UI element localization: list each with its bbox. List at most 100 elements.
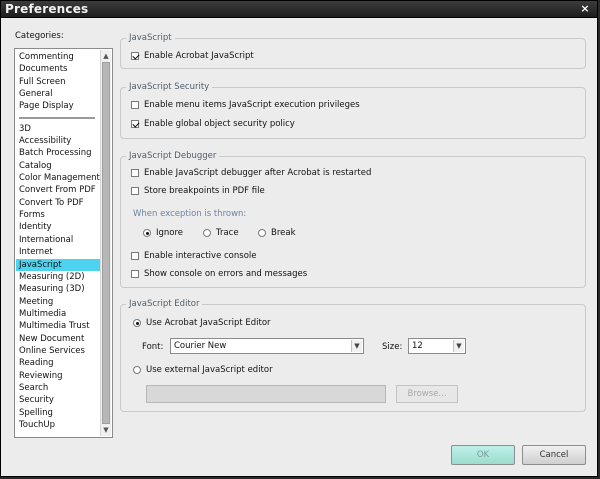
checkbox-unchecked-icon — [131, 169, 139, 177]
category-item[interactable]: Full Screen — [16, 76, 100, 88]
category-item[interactable]: Reading — [16, 357, 100, 369]
category-item[interactable]: Documents — [16, 63, 100, 75]
exception-label: When exception is thrown: — [133, 209, 247, 219]
close-button[interactable]: × — [577, 2, 593, 15]
category-item[interactable]: Multimedia — [16, 308, 100, 320]
categories-list[interactable]: Commenting Documents Full Screen General Pag… — [14, 48, 113, 438]
ignore-radio[interactable]: Ignore — [143, 228, 183, 238]
enable-debugger-label: Enable JavaScript debugger after Acrobat… — [144, 168, 372, 178]
size-value: 12 — [412, 341, 423, 351]
interactive-console-checkbox[interactable]: Enable interactive console — [131, 251, 256, 261]
category-item[interactable]: Accessibility — [16, 135, 100, 147]
top-category-group: Commenting Documents Full Screen General Pag… — [16, 51, 100, 113]
use-external-editor-radio[interactable]: Use external JavaScript editor — [133, 365, 273, 375]
window-title: Preferences — [5, 2, 89, 16]
font-label: Font: — [142, 342, 164, 352]
break-label: Break — [271, 228, 296, 238]
checkbox-unchecked-icon — [131, 187, 139, 195]
category-item[interactable]: Page Display — [16, 100, 100, 112]
checkbox-unchecked-icon — [131, 252, 139, 260]
font-value: Courier New — [174, 341, 227, 351]
radio-unselected-icon — [203, 229, 211, 237]
category-item[interactable]: Reviewing — [16, 370, 100, 382]
scroll-thumb[interactable] — [102, 62, 110, 424]
category-item[interactable]: Identity — [16, 221, 100, 233]
checkbox-checked-icon — [131, 120, 139, 128]
category-item[interactable]: New Document — [16, 333, 100, 345]
category-item[interactable]: Measuring (2D) — [16, 271, 100, 283]
chevron-down-icon: ▼ — [453, 340, 464, 352]
external-editor-path-field — [146, 385, 386, 403]
chevron-down-icon: ▼ — [351, 340, 362, 352]
javascript-editor-title: JavaScript Editor — [126, 299, 203, 309]
categories-label: Categories: — [15, 31, 64, 41]
category-item[interactable]: International — [16, 234, 100, 246]
category-item[interactable]: Batch Processing — [16, 147, 100, 159]
global-policy-checkbox[interactable]: Enable global object security policy — [131, 119, 295, 129]
menu-privileges-label: Enable menu items JavaScript execution p… — [144, 100, 360, 110]
category-item[interactable]: TouchUp — [16, 419, 100, 431]
ignore-label: Ignore — [156, 228, 184, 238]
size-label: Size: — [382, 342, 403, 352]
checkbox-unchecked-icon — [131, 270, 139, 278]
category-item[interactable]: Catalog — [16, 160, 100, 172]
categories-scrollbar[interactable]: ▲ ▼ — [100, 50, 111, 436]
browse-button: Browse... — [396, 385, 458, 403]
store-breakpoints-checkbox[interactable]: Store breakpoints in PDF file — [131, 186, 265, 196]
store-breakpoints-label: Store breakpoints in PDF file — [144, 186, 265, 196]
category-item[interactable]: Convert From PDF — [16, 184, 100, 196]
javascript-security-group: JavaScript Security Enable menu items Ja… — [120, 82, 586, 139]
radio-unselected-icon — [258, 229, 266, 237]
scroll-down-icon[interactable]: ▼ — [101, 425, 111, 435]
bottom-category-group: 3D Accessibility Batch Processing Catalog Co… — [16, 123, 100, 432]
javascript-debugger-title: JavaScript Debugger — [126, 151, 220, 161]
category-item[interactable]: Online Services — [16, 345, 100, 357]
category-item[interactable]: JavaScript — [16, 258, 100, 271]
use-acrobat-editor-radio[interactable]: Use Acrobat JavaScript Editor — [133, 318, 271, 328]
category-item[interactable]: Color Management — [16, 172, 100, 184]
category-item[interactable]: Internet — [16, 246, 100, 258]
category-item[interactable]: Security — [16, 394, 100, 406]
category-item[interactable]: General — [16, 88, 100, 100]
radio-selected-icon — [143, 229, 151, 237]
category-item[interactable]: Search — [16, 382, 100, 394]
global-policy-label: Enable global object security policy — [144, 119, 295, 129]
size-dropdown[interactable]: 12 ▼ — [408, 338, 466, 354]
radio-unselected-icon — [133, 366, 141, 374]
menu-privileges-checkbox[interactable]: Enable menu items JavaScript execution p… — [131, 100, 360, 110]
category-item[interactable]: Multimedia Trust — [16, 320, 100, 332]
console-errors-checkbox[interactable]: Show console on errors and messages — [131, 269, 307, 279]
trace-radio[interactable]: Trace — [203, 228, 239, 238]
enable-debugger-checkbox[interactable]: Enable JavaScript debugger after Acrobat… — [131, 168, 371, 178]
radio-selected-icon — [133, 319, 141, 327]
trace-label: Trace — [216, 228, 239, 238]
javascript-group-title: JavaScript — [126, 33, 175, 43]
cancel-button[interactable]: Cancel — [522, 445, 586, 465]
checkbox-checked-icon — [131, 52, 139, 60]
ok-button[interactable]: OK — [451, 445, 515, 465]
category-divider — [19, 116, 95, 119]
font-dropdown[interactable]: Courier New ▼ — [170, 338, 364, 354]
category-item[interactable]: Commenting — [16, 51, 100, 63]
javascript-debugger-group: JavaScript Debugger Enable JavaScript de… — [120, 151, 586, 288]
category-item[interactable]: Convert To PDF — [16, 197, 100, 209]
javascript-group: JavaScript Enable Acrobat JavaScript — [120, 33, 586, 69]
scroll-up-icon[interactable]: ▲ — [101, 51, 111, 61]
use-external-editor-label: Use external JavaScript editor — [146, 365, 273, 375]
categories-list-items: Commenting Documents Full Screen General Pag… — [16, 51, 100, 434]
break-radio[interactable]: Break — [258, 228, 296, 238]
enable-acrobat-javascript-label: Enable Acrobat JavaScript — [144, 51, 254, 61]
category-item[interactable]: 3D — [16, 123, 100, 135]
use-acrobat-editor-label: Use Acrobat JavaScript Editor — [146, 318, 271, 328]
category-item[interactable]: Meeting — [16, 296, 100, 308]
javascript-security-title: JavaScript Security — [126, 82, 213, 92]
preferences-window: Preferences × Categories: Commenting Docu… — [0, 0, 598, 477]
enable-acrobat-javascript-checkbox[interactable]: Enable Acrobat JavaScript — [131, 51, 254, 61]
checkbox-unchecked-icon — [131, 101, 139, 109]
category-item[interactable]: Spelling — [16, 407, 100, 419]
interactive-console-label: Enable interactive console — [144, 251, 257, 261]
console-errors-label: Show console on errors and messages — [144, 269, 308, 279]
category-item[interactable]: Measuring (3D) — [16, 283, 100, 295]
title-bar[interactable]: Preferences × — [1, 1, 597, 18]
category-item[interactable]: Forms — [16, 209, 100, 221]
